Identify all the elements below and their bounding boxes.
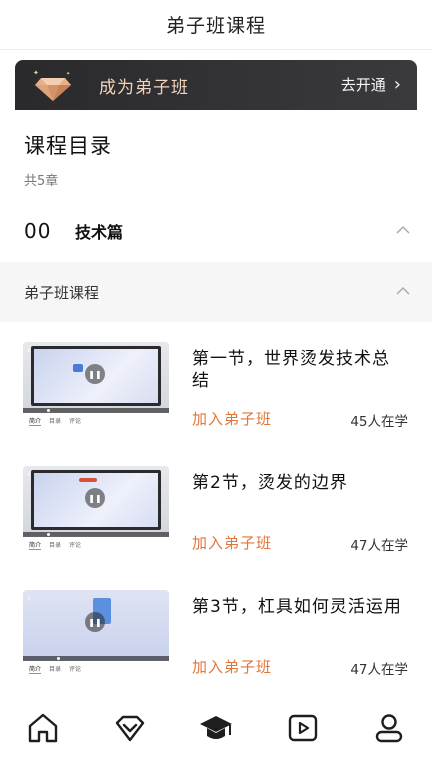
lesson-title: 第3节，杠具如何灵活运用 [192, 597, 402, 617]
tab-courses[interactable] [198, 710, 234, 746]
tab-home[interactable] [25, 710, 61, 746]
lesson-item[interactable]: ‹ ❚❚ 简介 目录 评论 第一节，世界烫发技术总结 加入弟子班 45人在学 [0, 342, 432, 442]
home-icon [28, 713, 58, 743]
thumbnail-tabs: 简介 目录 评论 [23, 413, 169, 428]
back-icon: ‹ [27, 594, 31, 604]
svg-text:✦: ✦ [66, 71, 70, 77]
video-play-icon [288, 714, 318, 742]
catalog-title: 课程目录 [24, 134, 112, 158]
chevron-up-icon[interactable] [396, 284, 410, 298]
lesson-item[interactable]: ‹ ❚❚ 简介 目录 评论 第3节，杠具如何灵活运用 加入弟子班 47人在学 [0, 590, 432, 690]
open-membership-button[interactable]: 去开通 › [341, 74, 401, 95]
learner-count: 47人在学 [350, 662, 408, 678]
thumbnail-tabs: 简介 目录 评论 [23, 537, 169, 552]
user-icon [375, 714, 403, 743]
chapter-count: 共5章 [24, 174, 59, 189]
join-button[interactable]: 加入弟子班 [192, 408, 272, 429]
lesson-item[interactable]: ‹ ❚❚ 简介 目录 评论 第2节，烫发的边界 加入弟子班 47人在学 [0, 466, 432, 566]
thumbnail-tabs: 简介 目录 评论 [23, 661, 169, 676]
lesson-title: 第一节，世界烫发技术总结 [192, 349, 390, 391]
section-row[interactable]: 弟子班课程 [0, 262, 432, 322]
tab-membership[interactable] [112, 710, 148, 746]
top-nav-bar: 弟子班课程 [0, 0, 432, 50]
join-button[interactable]: 加入弟子班 [192, 532, 272, 553]
page-title: 弟子班课程 [165, 15, 266, 37]
lesson-thumbnail[interactable]: ‹ ❚❚ 简介 目录 评论 [23, 342, 169, 428]
lesson-thumbnail[interactable]: ‹ ❚❚ 简介 目录 评论 [23, 466, 169, 552]
pause-icon: ❚❚ [85, 612, 105, 632]
chevron-up-icon[interactable] [396, 223, 410, 237]
chapter-row[interactable]: 00 技术篇 [0, 205, 432, 257]
banner-title: 成为弟子班 [99, 78, 189, 98]
chapter-number: 00 [24, 219, 52, 243]
lesson-thumbnail[interactable]: ‹ ❚❚ 简介 目录 评论 [23, 590, 169, 676]
learner-count: 47人在学 [350, 538, 408, 554]
lesson-title: 第2节，烫发的边界 [192, 473, 348, 493]
tab-profile[interactable] [371, 710, 407, 746]
chevron-right-icon: › [393, 73, 401, 95]
section-name: 弟子班课程 [24, 283, 100, 302]
membership-banner[interactable]: ✦ ✦ 成为弟子班 去开通 › [15, 60, 417, 110]
back-icon: ‹ [27, 346, 31, 356]
learner-count: 45人在学 [350, 414, 408, 430]
tab-videos[interactable] [285, 710, 321, 746]
join-button[interactable]: 加入弟子班 [192, 656, 272, 677]
pause-icon: ❚❚ [85, 488, 105, 508]
diamond-icon [115, 715, 145, 742]
pause-icon: ❚❚ [85, 364, 105, 384]
chapter-name: 技术篇 [75, 223, 124, 242]
back-icon: ‹ [27, 470, 31, 480]
diamond-icon: ✦ ✦ [33, 69, 71, 101]
bottom-tab-bar [0, 700, 432, 768]
graduation-cap-icon [200, 716, 232, 739]
open-label: 去开通 [340, 76, 386, 94]
svg-text:✦: ✦ [33, 69, 39, 77]
course-catalog-header: 课程目录 共5章 [24, 130, 112, 189]
